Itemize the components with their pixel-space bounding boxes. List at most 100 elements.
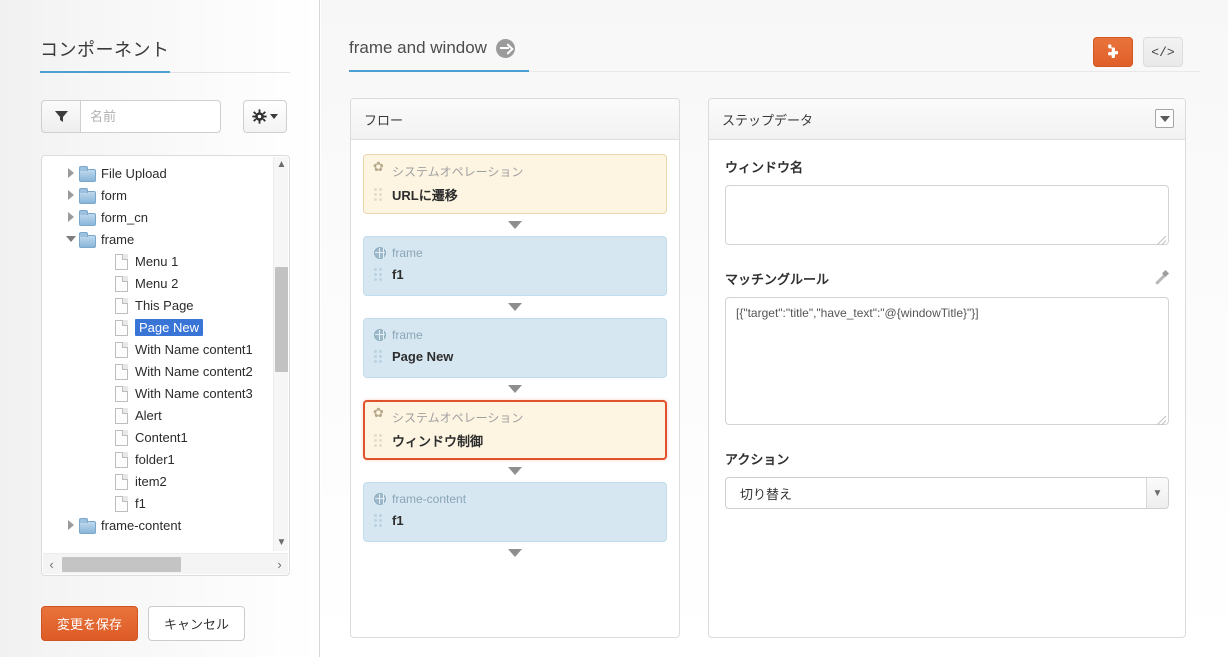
tree-item-label: With Name content3: [135, 386, 253, 401]
drag-handle-icon[interactable]: [374, 350, 382, 364]
matching-rule-input[interactable]: [725, 297, 1169, 425]
chevron-right-icon[interactable]: [68, 168, 74, 178]
flow-node-category-row: システムオペレーション: [374, 162, 656, 180]
collapse-triangle-icon[interactable]: [1155, 109, 1174, 128]
tree-vertical-scroll-thumb[interactable]: [275, 267, 288, 372]
drag-handle-icon[interactable]: [374, 268, 382, 282]
chevron-down-icon: [270, 114, 278, 119]
tree-item[interactable]: folder1: [42, 448, 289, 470]
tree-item[interactable]: item2: [42, 470, 289, 492]
tree-item[interactable]: form: [42, 184, 289, 206]
code-view-button[interactable]: </>: [1143, 37, 1183, 67]
matching-rule-label: マッチングルール: [725, 269, 1169, 288]
puzzle-piece-icon: [1104, 43, 1122, 61]
drag-handle-icon[interactable]: [374, 434, 382, 448]
tree-item[interactable]: File Upload: [42, 162, 289, 184]
flow-node[interactable]: システムオペレーションURLに遷移: [363, 154, 667, 214]
window-name-input[interactable]: [725, 185, 1169, 245]
scroll-up-icon[interactable]: ▲: [274, 157, 289, 173]
cancel-button[interactable]: キャンセル: [148, 606, 245, 641]
folder-icon: [78, 165, 96, 181]
tree-vertical-scrollbar[interactable]: ▲ ▼: [273, 157, 288, 551]
tree-list: File Upload form form_cnframeMenu 1Menu 2T…: [42, 156, 289, 536]
triangle-down-icon: [508, 549, 522, 557]
step-data-panel: ステップデータ ウィンドウ名 マッチングルール アクション: [708, 98, 1186, 638]
tree-item[interactable]: frame-content: [42, 514, 289, 536]
tree-twisty[interactable]: [64, 236, 78, 242]
main-header: frame and window </>: [321, 0, 1228, 78]
triangle-down-icon: [508, 385, 522, 393]
gear-icon: [374, 165, 386, 177]
action-select[interactable]: 切り替え ▼: [725, 477, 1169, 509]
file-icon: [112, 275, 130, 291]
scroll-right-icon[interactable]: ›: [271, 554, 288, 575]
tree-horizontal-scrollbar[interactable]: ‹ ›: [43, 553, 288, 574]
magic-wand-icon[interactable]: [1154, 271, 1169, 286]
tree-twisty[interactable]: [64, 520, 78, 530]
flow-node-category: frame-content: [392, 492, 466, 506]
sidebar-actions: 変更を保存 キャンセル: [41, 606, 245, 641]
tree-item[interactable]: frame: [42, 228, 289, 250]
chevron-right-icon[interactable]: [68, 212, 74, 222]
component-sidebar: コンポーネント: [0, 0, 320, 657]
tree-item[interactable]: Page New: [42, 316, 289, 338]
tree-item[interactable]: Menu 2: [42, 272, 289, 294]
file-icon: [112, 451, 130, 467]
tree-item[interactable]: form_cn: [42, 206, 289, 228]
file-icon: [112, 407, 130, 423]
tree-item[interactable]: f1: [42, 492, 289, 514]
scroll-down-icon[interactable]: ▼: [274, 535, 289, 551]
page-title-text: frame and window: [349, 38, 487, 58]
tree-item[interactable]: With Name content3: [42, 382, 289, 404]
arrow-circle-right-icon[interactable]: [496, 39, 515, 58]
tree-settings-button[interactable]: [243, 100, 287, 133]
gear-icon: [252, 109, 267, 124]
file-icon: [112, 473, 130, 489]
flow-node[interactable]: frame-content f1: [363, 482, 667, 542]
globe-icon: [374, 247, 386, 259]
chevron-right-icon[interactable]: [68, 520, 74, 530]
chevron-right-icon[interactable]: [68, 190, 74, 200]
flow-node-title-row: ウィンドウ制御: [374, 431, 656, 450]
flow-node[interactable]: framef1: [363, 236, 667, 296]
tree-item[interactable]: With Name content1: [42, 338, 289, 360]
flow-node-title: f1: [392, 513, 404, 528]
tree-item[interactable]: This Page: [42, 294, 289, 316]
tree-twisty[interactable]: [64, 212, 78, 222]
tree-twisty[interactable]: [64, 168, 78, 178]
main-area: frame and window </> フロー システムオペレーションURLに…: [321, 0, 1228, 657]
tree-item-label: form_cn: [101, 210, 148, 225]
flow-node-selected[interactable]: システムオペレーションウィンドウ制御: [363, 400, 667, 460]
save-changes-button[interactable]: 変更を保存: [41, 606, 138, 641]
tree-item-label: File Upload: [101, 166, 167, 181]
tree-item-label: With Name content1: [135, 342, 253, 357]
flow-connector: [363, 214, 667, 236]
scroll-left-icon[interactable]: ‹: [43, 554, 60, 575]
drag-handle-icon[interactable]: [374, 514, 382, 528]
chevron-down-icon[interactable]: [66, 236, 76, 242]
tree-item[interactable]: Menu 1: [42, 250, 289, 272]
funnel-icon[interactable]: [41, 100, 80, 133]
action-select-value: 切り替え: [726, 484, 792, 503]
flow-node-title-row: f1: [374, 513, 656, 528]
drag-handle-icon[interactable]: [374, 188, 382, 202]
puzzle-piece-icon-button[interactable]: [1093, 37, 1133, 67]
filter-name-input[interactable]: [80, 100, 221, 133]
tree-twisty[interactable]: [64, 190, 78, 200]
file-icon: [112, 253, 130, 269]
step-data-form: ウィンドウ名 マッチングルール アクション 切り替え ▼: [709, 140, 1185, 509]
tree-item[interactable]: Alert: [42, 404, 289, 426]
chevron-down-icon[interactable]: ▼: [1146, 478, 1168, 508]
flow-node-title: ウィンドウ制御: [392, 431, 483, 450]
tree-item-label: item2: [135, 474, 167, 489]
action-label-text: アクション: [725, 449, 789, 468]
matching-rule-field-wrap: [725, 297, 1169, 428]
window-name-field-wrap: [725, 185, 1169, 248]
tree-horizontal-scroll-thumb[interactable]: [62, 557, 181, 572]
flow-node[interactable]: framePage New: [363, 318, 667, 378]
tree-item[interactable]: With Name content2: [42, 360, 289, 382]
flow-node-category: システムオペレーション: [392, 409, 523, 426]
window-name-label: ウィンドウ名: [725, 157, 1169, 176]
file-icon: [112, 363, 130, 379]
tree-item[interactable]: Content1: [42, 426, 289, 448]
